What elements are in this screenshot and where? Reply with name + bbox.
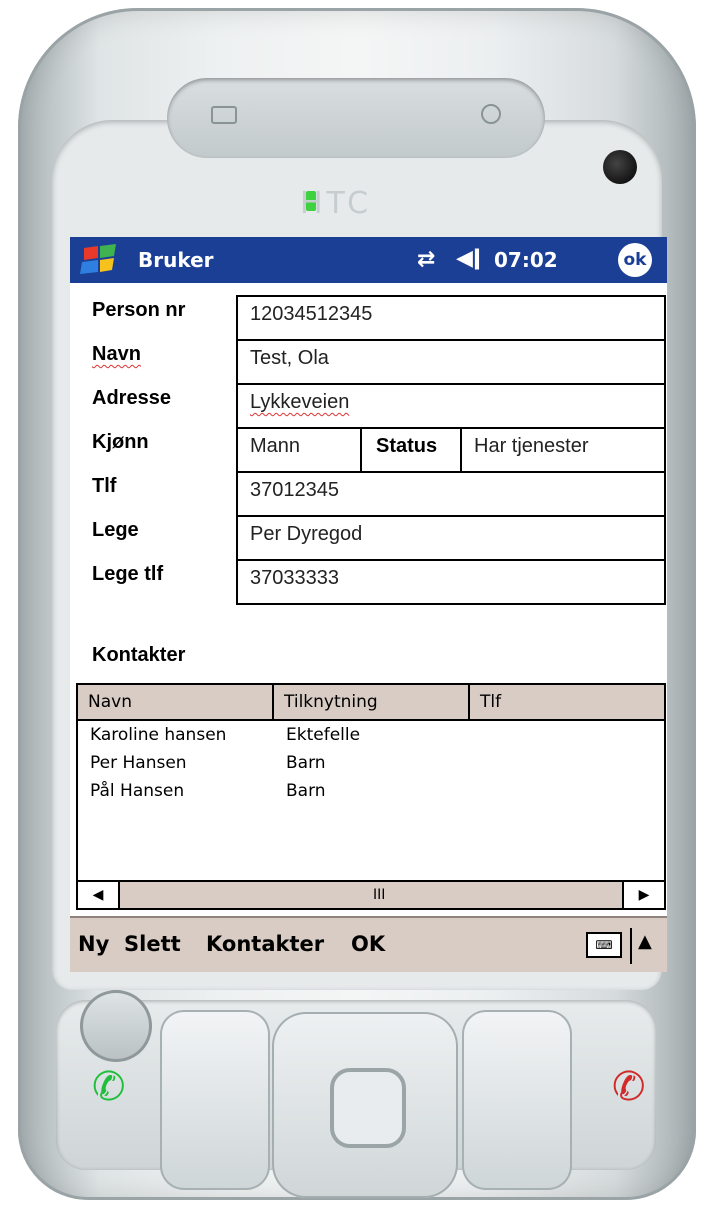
column-header-navn[interactable]: Navn <box>78 685 274 719</box>
scroll-thumb[interactable]: III <box>373 882 385 908</box>
call-end-icon[interactable]: ✆ <box>612 1064 646 1110</box>
list-rows: Karoline hansen Ektefelle Per Hansen Bar… <box>78 723 664 807</box>
left-softkey-button[interactable] <box>160 1010 270 1190</box>
navn-label: Navn <box>92 343 141 366</box>
adresse-label: Adresse <box>92 387 171 409</box>
navn-value-text: Test, Ola <box>250 347 329 369</box>
contact-name: Per Hansen <box>90 753 187 773</box>
person-nr-field[interactable]: 12034512345 <box>238 297 664 341</box>
adresse-field[interactable]: Lykkeveien <box>238 385 664 429</box>
lege-label: Lege <box>92 519 139 541</box>
lege-tlf-label: Lege tlf <box>92 563 164 585</box>
kjonn-label: Kjønn <box>92 431 149 453</box>
contact-relation: Barn <box>286 753 326 773</box>
lege-field[interactable]: Per Dyregod <box>238 517 664 561</box>
messaging-icon <box>211 106 237 124</box>
navn-field[interactable]: Test, Ola <box>238 341 664 385</box>
volume-icon[interactable]: ◀ǀ <box>456 246 481 271</box>
call-answer-icon[interactable]: ✆ <box>92 1064 126 1110</box>
tlf-value: 37012345 <box>250 479 339 501</box>
tlf-field[interactable]: 37012345 <box>238 473 664 517</box>
camera-lens <box>603 150 637 184</box>
list-header: Navn Tilknytning Tlf <box>78 685 664 721</box>
app-title: Bruker <box>138 248 214 272</box>
status-value[interactable]: Har tjenester <box>474 435 589 458</box>
lege-value: Per Dyregod <box>250 523 363 545</box>
person-nr-value: 12034512345 <box>250 303 373 325</box>
table-row[interactable]: Per Hansen Barn <box>78 751 664 779</box>
scroll-left-icon[interactable]: ◀ <box>78 882 120 908</box>
person-nr-label: Person nr <box>92 299 186 321</box>
start-flag-icon[interactable] <box>78 244 122 276</box>
internet-icon <box>481 104 501 124</box>
contact-name: Pål Hansen <box>90 781 185 801</box>
contacts-list[interactable]: Navn Tilknytning Tlf Karoline hansen Ekt… <box>76 683 666 910</box>
column-header-tilknytning[interactable]: Tilknytning <box>274 685 470 719</box>
title-bar: Bruker ⇄ ◀ǀ 07:02 ok <box>70 237 667 283</box>
navn-value: Test, Ola <box>250 347 329 370</box>
clock[interactable]: 07:02 <box>494 248 558 272</box>
connectivity-icon[interactable]: ⇄ <box>417 247 435 272</box>
adresse-value: Lykkeveien <box>250 391 350 413</box>
menu-ok[interactable]: OK <box>351 932 385 956</box>
table-row[interactable]: Pål Hansen Barn <box>78 779 664 807</box>
lege-tlf-value: 37033333 <box>250 567 339 589</box>
keyboard-icon[interactable]: ⌨ <box>586 932 622 958</box>
contact-relation: Ektefelle <box>286 725 361 745</box>
menu-bar: Ny Slett Kontakter OK ⌨ ▲ <box>70 916 667 972</box>
contacts-heading: Kontakter <box>92 644 186 666</box>
screen: Bruker ⇄ ◀ǀ 07:02 ok Person nr Navn Adre… <box>70 237 667 972</box>
menu-separator <box>630 928 632 964</box>
kjonn-value: Mann <box>250 435 301 457</box>
kjonn-field[interactable]: Mann <box>238 429 362 471</box>
dpad-button[interactable] <box>272 1012 458 1198</box>
status-label-cell: Status <box>362 429 462 471</box>
horizontal-scrollbar[interactable]: ◀ III ▶ <box>78 880 664 908</box>
table-row[interactable]: Karoline hansen Ektefelle <box>78 723 664 751</box>
arrow-up-icon[interactable]: ▲ <box>638 931 652 952</box>
dpad-center-button[interactable] <box>330 1068 406 1148</box>
column-header-tlf[interactable]: Tlf <box>470 685 664 719</box>
kjonn-status-row: Mann Status Har tjenester <box>238 429 664 473</box>
volume-wheel-button[interactable] <box>80 990 152 1062</box>
right-softkey-button[interactable] <box>462 1010 572 1190</box>
lege-tlf-field[interactable]: 37033333 <box>238 561 664 605</box>
contact-relation: Barn <box>286 781 326 801</box>
menu-slett[interactable]: Slett <box>124 932 181 956</box>
tlf-label: Tlf <box>92 475 117 497</box>
person-form: 12034512345 Test, Ola Lykkeveien Mann St… <box>236 295 666 605</box>
navn-label-text: Navn <box>92 343 141 365</box>
menu-kontakter[interactable]: Kontakter <box>206 932 324 956</box>
contact-name: Karoline hansen <box>90 725 227 745</box>
brand-logo: HTC <box>300 186 373 221</box>
ok-button[interactable]: ok <box>618 243 652 277</box>
earpiece <box>167 78 545 158</box>
status-label: Status <box>376 435 438 457</box>
menu-ny[interactable]: Ny <box>78 932 109 956</box>
scroll-right-icon[interactable]: ▶ <box>622 882 664 908</box>
